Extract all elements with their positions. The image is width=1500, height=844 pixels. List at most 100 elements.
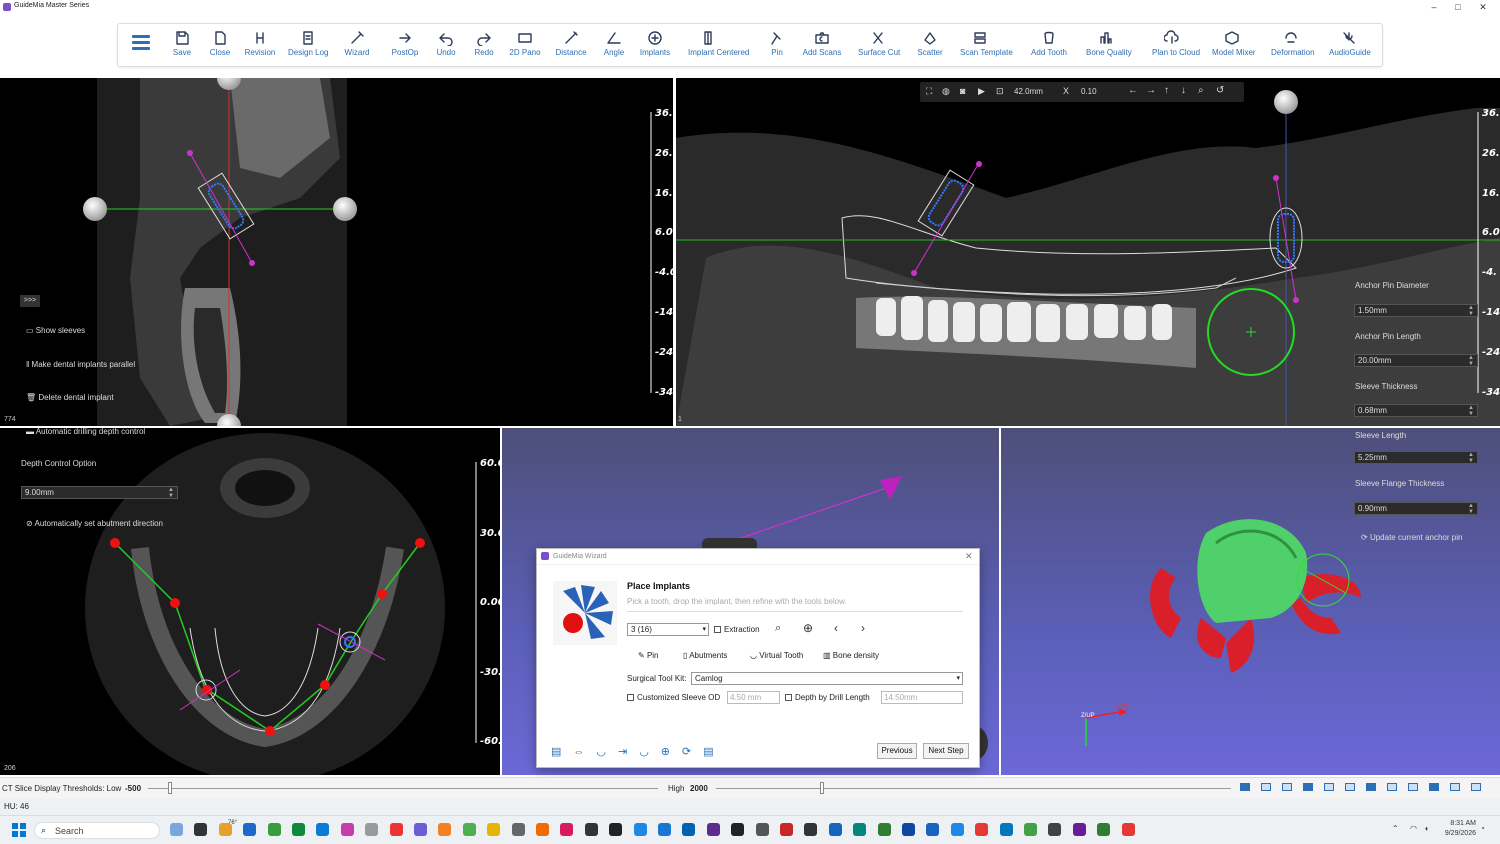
toolbar-distance-button[interactable]: Distance [551,30,591,64]
toolbar-implant-centered-button[interactable]: Implant Centered [688,30,749,64]
layout-option-icon[interactable] [1450,783,1460,791]
toolbar-surface-cut-button[interactable]: Surface Cut [858,30,900,64]
taskbar-app-icon[interactable] [389,823,403,836]
taskbar-app-icon[interactable] [194,823,208,836]
sleeve-od-field[interactable]: 4.50 mm [727,691,780,704]
depth-option-field[interactable]: 9.00mm ▲ ▼ [21,486,178,499]
next-step-button[interactable]: Next Step [923,743,969,759]
toolbar-postop-button[interactable]: PostOp [385,30,425,64]
toolbar-save-button[interactable]: Save [162,30,202,64]
reset-icon[interactable]: ↺ [1216,85,1224,96]
taskbar-app-icon[interactable] [877,823,891,836]
taskbar-app-icon[interactable] [292,823,305,836]
taskbar-app-icon[interactable] [218,823,232,836]
spinner-icon[interactable]: ▲ ▼ [168,487,174,499]
arrow-right-icon[interactable]: → [1146,85,1156,96]
layout-option-icon[interactable] [1408,783,1418,791]
taskbar-app-icon[interactable] [584,823,598,836]
camera-icon[interactable]: ◙ [960,86,965,96]
taskbar-app-icon[interactable] [731,823,745,836]
toolbar-audioguide-button[interactable]: AudioGuide [1329,30,1371,64]
toolbar-deformation-button[interactable]: Deformation [1271,30,1315,64]
expand-panel-button[interactable]: >>> [20,295,40,307]
tray-chevron-icon[interactable]: ⌃ [1392,824,1399,833]
taskbar-app-icon[interactable] [633,823,647,836]
zoom-fit-icon[interactable]: ⊡ [996,86,1004,97]
virtual-tooth-button[interactable]: ◡ Virtual Tooth [750,651,803,660]
taskbar-app-icon[interactable] [706,823,720,836]
windows-start-icon[interactable] [12,823,26,837]
toolbar-redo-button[interactable]: Redo [464,30,504,64]
previous-tooth-icon[interactable]: ‹ [834,621,838,635]
spinner-icon[interactable]: ▲ ▼ [1468,405,1474,417]
layout-option-icon[interactable] [1240,783,1250,791]
spinner-icon[interactable]: ▲ ▼ [1468,452,1474,464]
show-sleeves-toggle[interactable]: ▭ Show sleeves [26,326,85,335]
clock-time[interactable]: 8:31 AM [1442,820,1476,827]
axial-view[interactable]: 60.0 30.0 0.00 -30. -60. 206 [0,428,500,775]
high-threshold-handle[interactable] [820,782,824,794]
anchor-pin-diameter-field[interactable]: 1.50mm ▲ ▼ [1354,304,1478,317]
layout-option-icon[interactable] [1366,783,1376,791]
taskbar-app-icon[interactable] [1072,823,1086,836]
layout-option-icon[interactable] [1387,783,1397,791]
taskbar-app-icon[interactable] [902,823,915,836]
cross-section-view[interactable]: 36.0 26.0 16.0 6.00 -4.0 -14. -24. -34. 774 [0,78,673,426]
spinner-icon[interactable]: ▲ ▼ [1468,503,1474,515]
taskbar-app-icon[interactable] [560,823,574,836]
toolbar-plan-to-cloud-button[interactable]: Plan to Cloud [1152,30,1200,64]
extraction-checkbox[interactable]: Extraction [714,625,760,634]
taskbar-app-icon[interactable] [487,823,501,836]
make-parallel-button[interactable]: ‖ Make dental implants parallel [26,360,135,369]
arrow-up-icon[interactable]: ↑ [1164,85,1169,96]
taskbar-app-icon[interactable] [438,823,452,836]
hamburger-menu-button[interactable] [132,35,150,51]
maximize-button[interactable]: □ [1451,0,1465,14]
toolbar-model-mixer-button[interactable]: Model Mixer [1212,30,1256,64]
taskbar-app-icon[interactable] [414,823,427,836]
arrow-down-icon[interactable]: ↓ [1181,85,1186,96]
notification-bell-icon[interactable]: ◔ [1480,824,1485,833]
auto-depth-toggle[interactable]: ▬ Automatic drilling depth control [26,427,145,436]
taskbar-app-icon[interactable] [536,823,549,836]
wizard-close-icon[interactable]: ✕ [965,551,973,562]
spinner-icon[interactable]: ▲ ▼ [1468,305,1474,317]
taskbar-app-icon[interactable] [365,823,379,836]
taskbar-app-icon[interactable] [950,823,964,836]
taskbar-app-icon[interactable] [975,823,989,836]
taskbar-app-icon[interactable] [1121,823,1135,836]
layout-option-icon[interactable] [1324,783,1334,791]
taskbar-app-icon[interactable] [804,823,818,836]
toolbar-2d-pano-button[interactable]: 2D Pano [505,30,545,64]
toolbar-add-scans-button[interactable]: Add Scans [802,30,842,64]
drill-length-field[interactable]: 14.50mm [881,691,963,704]
anchor-pin-length-field[interactable]: 20.00mm ▲ ▼ [1354,354,1478,367]
layout-option-icon[interactable] [1303,783,1313,791]
taskbar-app-icon[interactable] [609,823,623,836]
palette-icon[interactable]: ◍ [942,86,950,97]
taskbar-app-icon[interactable] [780,823,793,836]
taskbar-app-icon[interactable] [511,823,525,836]
abutments-button[interactable]: ▯ Abutments [683,651,727,660]
taskbar-app-icon[interactable] [243,823,257,836]
zoom-field[interactable]: 42.0mm [1014,87,1043,96]
low-threshold-slider[interactable] [148,788,658,789]
sleeve-flange-field[interactable]: 0.90mm ▲ ▼ [1354,502,1478,515]
volume-icon[interactable]: ◖ [1424,824,1429,833]
kit-select[interactable]: Camlog ▾ [691,672,963,685]
video-icon[interactable]: ▶ [978,86,985,97]
toolbar-angle-button[interactable]: Angle [594,30,634,64]
taskbar-app-icon[interactable] [828,823,842,836]
add-implant-icon[interactable]: ⊕ [803,621,813,635]
bone-density-button[interactable]: ▥ Bone density [823,651,879,660]
taskbar-app-icon[interactable] [1024,823,1037,836]
clock-date[interactable]: 9/29/2026 [1440,830,1476,837]
toolbar-design-log-button[interactable]: Design Log [288,30,328,64]
toolbar-revision-button[interactable]: Revision [240,30,280,64]
customized-sleeve-checkbox[interactable]: Customized Sleeve OD [627,693,720,702]
high-threshold-slider[interactable] [716,788,1231,789]
auto-abutment-toggle[interactable]: ⊘ Automatically set abutment direction [26,519,163,528]
taskbar-app-icon[interactable] [1097,823,1111,836]
wizard-step-icons[interactable]: ▤⇔◡⇥◡⊕⟳▤ [551,745,726,758]
find-tooth-icon[interactable]: ⌕ [775,622,781,635]
